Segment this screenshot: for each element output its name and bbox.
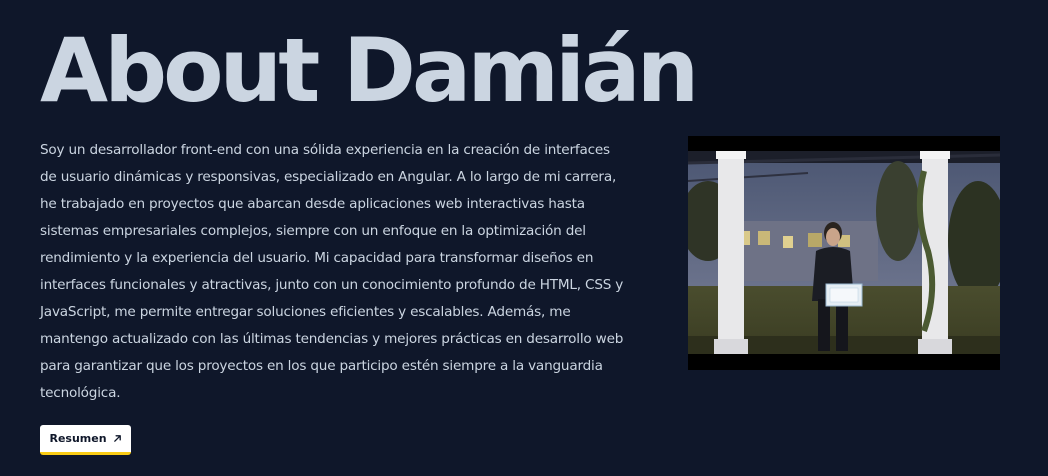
bio-paragraph: Soy un desarrollador front-end con una s… <box>40 142 624 401</box>
resume-button-label: Resumen <box>49 432 107 445</box>
arrow-up-right-icon <box>113 434 122 443</box>
profile-photo <box>688 151 1000 354</box>
page-title: About Damián <box>40 19 699 122</box>
resume-button[interactable]: Resumen <box>40 425 131 455</box>
about-section: About Damián Soy un desarrollador front-… <box>0 0 1048 476</box>
profile-photo-frame <box>688 136 1000 370</box>
